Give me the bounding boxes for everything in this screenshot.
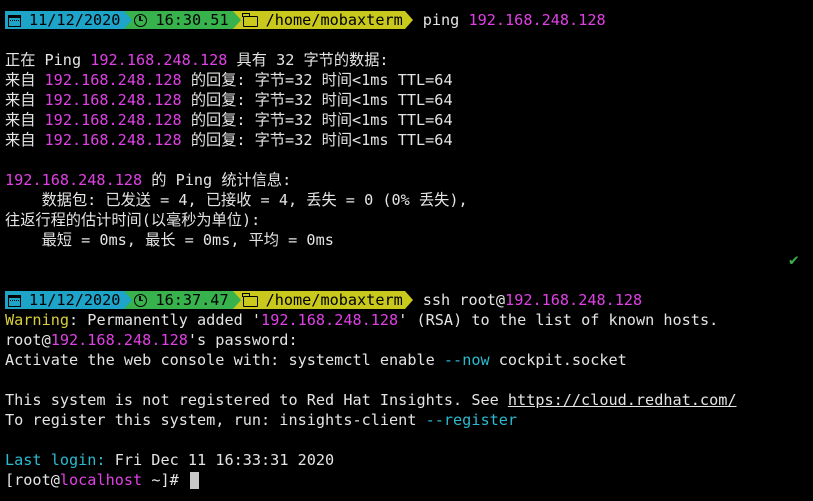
redhat-link[interactable]: https://cloud.redhat.com/ (508, 391, 737, 409)
text: This system is not registered to Red Hat… (5, 391, 508, 409)
prompt-path-segment: /home/mobaxterm (240, 291, 405, 309)
powerline-separator (124, 291, 133, 309)
ip: 192.168.248.128 (44, 131, 182, 149)
text: 's password: (187, 331, 298, 349)
password-prompt: root@192.168.248.128's password: (5, 330, 813, 350)
command-ip: 192.168.248.128 (468, 11, 606, 29)
ping-reply: 来自 192.168.248.128 的回复: 字节=32 时间<1ms TTL… (5, 110, 813, 130)
text: [root@ (5, 471, 60, 489)
command-text: ping 192.168.248.128 (413, 10, 606, 30)
calendar-icon (8, 295, 21, 307)
ping-reply: 来自 192.168.248.128 的回复: 字节=32 时间<1ms TTL… (5, 70, 813, 90)
prompt-date-segment: 11/12/2020 (5, 11, 125, 29)
folder-icon (242, 292, 258, 307)
text: 具有 32 字节的数据: (227, 51, 389, 69)
text: cockpit.socket (489, 351, 627, 369)
prompt-date: 11/12/2020 (29, 291, 121, 309)
terminal-output[interactable]: 11/12/2020 16:30.51 /home/mobaxterm ping… (5, 10, 813, 490)
ping-rtt: 最短 = 0ms, 最长 = 0ms, 平均 = 0ms (5, 231, 334, 249)
ip: 192.168.248.128 (44, 71, 182, 89)
prompt-path-segment: /home/mobaxterm (240, 11, 405, 29)
text: 的回复: 字节=32 时间<1ms TTL=64 (181, 131, 453, 149)
prompt-date-segment: 11/12/2020 (5, 291, 125, 309)
prompt-path: /home/mobaxterm (265, 291, 403, 309)
ping-packets: 数据包: 已发送 = 4, 已接收 = 4, 丢失 = 0 (0% 丢失), (5, 191, 468, 209)
prompt-line: 11/12/2020 16:30.51 /home/mobaxterm ping… (5, 10, 813, 30)
text: 来自 (5, 111, 45, 129)
warning-label: Warning (5, 311, 70, 329)
powerline-separator (232, 291, 241, 309)
ip: 192.168.248.128 (90, 51, 228, 69)
text: 的回复: 字节=32 时间<1ms TTL=64 (181, 91, 453, 109)
text: To register this system, run: insights-c… (5, 411, 426, 429)
flag: --register (425, 411, 518, 429)
text: ' (RSA) to the list of known hosts. (398, 311, 719, 329)
text-cursor (189, 472, 199, 489)
clock-icon (134, 13, 148, 27)
clock-icon (134, 293, 148, 307)
ip: 192.168.248.128 (44, 111, 182, 129)
powerline-separator (404, 11, 413, 29)
command-ip: 192.168.248.128 (505, 291, 643, 309)
text: 的回复: 字节=32 时间<1ms TTL=64 (181, 71, 453, 89)
prompt-time-segment: 16:37.47 (132, 291, 233, 309)
redhat-notice: This system is not registered to Red Hat… (5, 390, 813, 410)
prompt-time-segment: 16:30.51 (132, 11, 233, 29)
ping-rtt-title: 往返行程的估计时间(以毫秒为单位): (5, 211, 261, 229)
text: : Permanently added ' (69, 311, 262, 329)
text: root@ (5, 331, 51, 349)
folder-icon (242, 12, 258, 27)
activate-console-line: Activate the web console with: systemctl… (5, 350, 813, 370)
text: 正在 Ping (5, 51, 91, 69)
prompt-time: 16:30.51 (155, 11, 229, 29)
prompt-path: /home/mobaxterm (265, 11, 403, 29)
text: 的 Ping 统计信息: (142, 171, 292, 189)
last-login-value: Fri Dec 11 16:33:31 2020 (105, 451, 335, 469)
ip: 192.168.248.128 (261, 311, 399, 329)
last-login-label: Last login: (5, 451, 106, 469)
powerline-separator (404, 291, 413, 309)
ping-reply: 来自 192.168.248.128 的回复: 字节=32 时间<1ms TTL… (5, 130, 813, 150)
ssh-warning: Warning: Permanently added '192.168.248.… (5, 310, 813, 330)
prompt-line: 11/12/2020 16:37.47 /home/mobaxterm ssh … (5, 290, 813, 310)
powerline-separator (124, 11, 133, 29)
text: 来自 (5, 131, 45, 149)
hostname: localhost (59, 471, 143, 489)
ip: 192.168.248.128 (5, 171, 143, 189)
powerline-separator (232, 11, 241, 29)
last-login-line: Last login: Fri Dec 11 16:33:31 2020 (5, 450, 813, 470)
text: Activate the web console with: systemctl… (5, 351, 444, 369)
calendar-icon (8, 15, 21, 27)
flag: --now (443, 351, 490, 369)
text: ~]# (142, 471, 188, 489)
text: 的回复: 字节=32 时间<1ms TTL=64 (181, 111, 453, 129)
register-line: To register this system, run: insights-c… (5, 410, 813, 430)
ping-header: 正在 Ping 192.168.248.128 具有 32 字节的数据: (5, 50, 813, 70)
check-icon: ✔ (789, 250, 799, 269)
text: 来自 (5, 71, 45, 89)
prompt-time: 16:37.47 (155, 291, 229, 309)
ip: 192.168.248.128 (44, 91, 182, 109)
command: ping (422, 11, 469, 29)
ping-reply: 来自 192.168.248.128 的回复: 字节=32 时间<1ms TTL… (5, 90, 813, 110)
prompt-date: 11/12/2020 (29, 11, 121, 29)
text: 来自 (5, 91, 45, 109)
ping-stats-title: 192.168.248.128 的 Ping 统计信息: (5, 170, 813, 190)
command-text: ssh root@192.168.248.128 (413, 290, 642, 310)
shell-prompt[interactable]: [root@localhost ~]# (5, 470, 813, 490)
command: ssh root@ (422, 291, 506, 309)
ip: 192.168.248.128 (50, 331, 188, 349)
